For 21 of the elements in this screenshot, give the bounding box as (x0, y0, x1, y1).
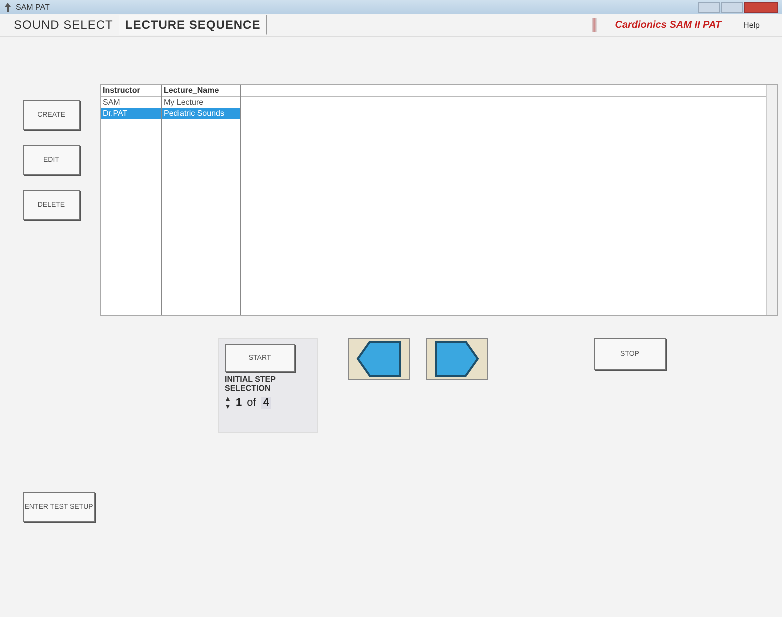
step-total: 4 (261, 397, 272, 409)
of-label: of (247, 397, 256, 409)
next-button[interactable] (426, 338, 488, 380)
window-title: SAM PAT (16, 2, 50, 12)
table-cell[interactable]: My Lecture (162, 97, 240, 108)
left-arrow-icon (356, 339, 402, 379)
column-header: Lecture_Name (162, 85, 240, 97)
menu-item[interactable]: Help (744, 20, 760, 30)
table-cell[interactable]: SAM (101, 97, 161, 108)
spinner-arrows-icon[interactable] (225, 396, 231, 410)
app-icon (4, 2, 12, 12)
close-button[interactable] (744, 2, 778, 12)
column-header: Instructor (101, 85, 161, 97)
step-label: INITIAL STEP SELECTION (225, 375, 277, 393)
tab[interactable]: SOUND SELECT (8, 15, 120, 35)
scrollbar[interactable] (766, 85, 777, 315)
separator-icon (592, 18, 598, 32)
step-value: 1 (236, 397, 242, 409)
brand-label: Cardionics SAM II PAT (615, 20, 722, 30)
previous-button[interactable] (348, 338, 410, 380)
right-arrow-icon (434, 339, 480, 379)
